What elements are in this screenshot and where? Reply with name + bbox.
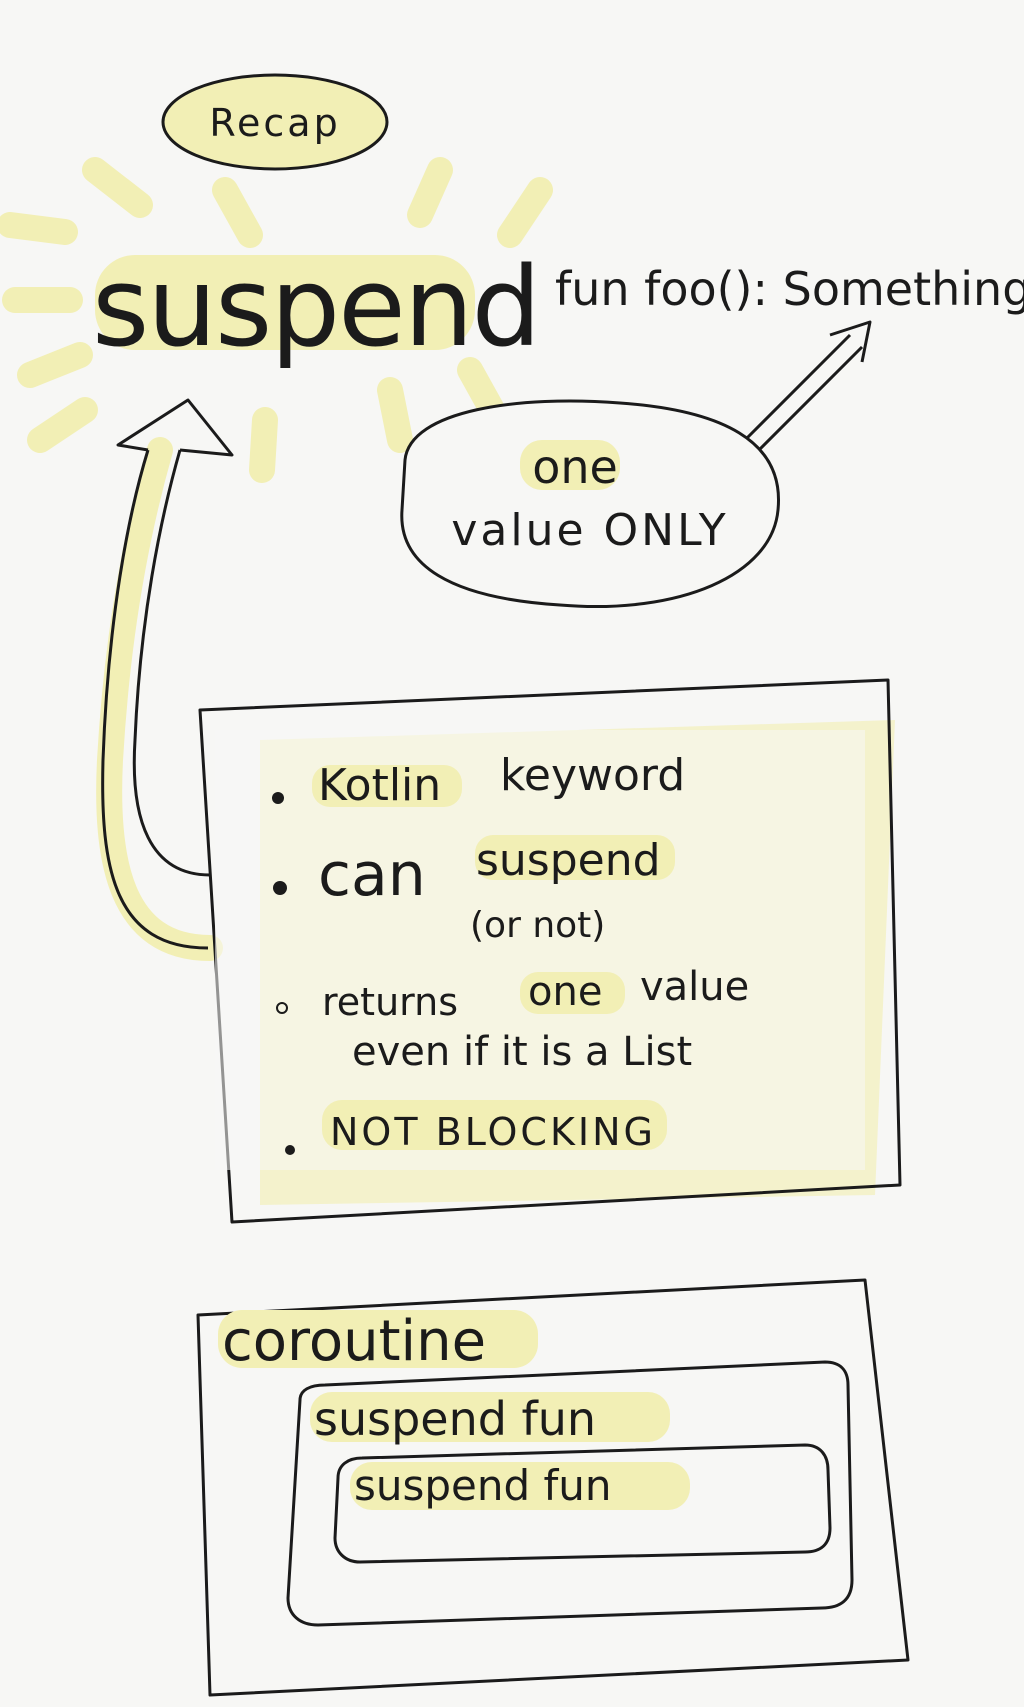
recap-badge: Recap: [161, 73, 389, 171]
fact-returns-one: one: [528, 969, 602, 1015]
fact-can: can: [318, 840, 426, 910]
coroutine-nesting-diagram: coroutine suspend fun suspend fun: [196, 1278, 910, 1697]
coroutine-label: coroutine: [222, 1309, 486, 1374]
callout-line-two: value ONLY: [451, 505, 728, 556]
fact-or-not: (or not): [470, 905, 605, 946]
fact-returns-suffix: value: [640, 964, 749, 1010]
recap-label: Recap: [209, 101, 340, 145]
fact-kotlin-prefix: Kotlin: [318, 760, 441, 811]
outer-suspend-fun-label: suspend fun: [314, 1392, 596, 1446]
fact-returns-prefix: returns: [322, 980, 458, 1024]
bullet-dot: [285, 1145, 295, 1155]
callout-line-one: one: [532, 440, 618, 494]
one-value-callout: one value ONLY: [400, 399, 780, 608]
facts-box: Kotlin keyword can suspend (or not) retu…: [198, 678, 902, 1224]
bullet-dot: [272, 792, 284, 804]
fact-returns-line2: even if it is a List: [352, 1029, 692, 1075]
fact-not-blocking: NOT BLOCKING: [330, 1110, 656, 1154]
suspend-heading: suspend: [92, 243, 541, 371]
inner-suspend-fun-label: suspend fun: [354, 1461, 612, 1510]
fact-can-suspend: suspend: [476, 835, 661, 886]
fact-kotlin-suffix: keyword: [500, 750, 685, 801]
suspend-keyword: suspend: [92, 243, 539, 371]
bullet-dot: [273, 881, 287, 895]
sketchnote-canvas: Recap suspend fun foo(): Something one v…: [0, 73, 1024, 1697]
hollow-arrow-to-suspend: [96, 398, 234, 961]
function-signature: fun foo(): Something: [555, 262, 1024, 316]
